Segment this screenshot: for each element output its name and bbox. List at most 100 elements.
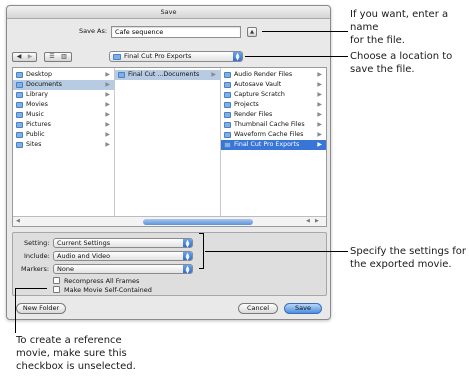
browser-column-3: Audio Render Files ▶ Autosave Vault ▶ Capt… <box>221 68 326 216</box>
list-item[interactable]: Render Files ▶ <box>221 110 326 120</box>
chevron-right-icon: ▶ <box>105 111 110 118</box>
folder-icon <box>224 92 231 98</box>
self-contained-checkbox[interactable] <box>53 286 60 293</box>
folder-icon <box>16 122 23 128</box>
chevron-right-icon: ▶ <box>317 131 322 138</box>
chevron-right-icon: ▶ <box>211 71 216 78</box>
triangle-icon: ▲ <box>250 29 254 35</box>
settings-bracket <box>199 233 204 269</box>
popup-arrows-icon: ▲ ▼ <box>183 252 192 262</box>
callout-reference: To create a reference movie, make sure t… <box>16 335 136 372</box>
list-item[interactable]: Autosave Vault ▶ <box>221 80 326 90</box>
callout-line-name <box>262 31 348 32</box>
chevron-right-icon: ▶ <box>317 91 322 98</box>
folder-icon <box>16 132 23 138</box>
list-item[interactable]: Movies ▶ <box>13 100 114 110</box>
back-icon[interactable]: ◀ <box>14 53 25 61</box>
scroll-left-icon-2[interactable]: ◀ <box>306 218 310 224</box>
scroll-left-icon[interactable]: ◀ <box>16 218 20 224</box>
chevron-right-icon: ▶ <box>317 121 322 128</box>
chevron-right-icon: ▶ <box>317 71 322 78</box>
folder-icon <box>224 132 231 138</box>
self-contained-label: Make Movie Self-Contained <box>64 286 152 294</box>
dialog-title: Save <box>7 6 330 19</box>
save-button[interactable]: Save <box>284 303 322 314</box>
chevron-right-icon: ▶ <box>105 81 110 88</box>
list-item[interactable]: Documents ▶ <box>13 80 114 90</box>
markers-label: Markers: <box>21 265 50 273</box>
setting-label: Setting: <box>24 239 50 247</box>
popup-arrows-icon: ▲ ▼ <box>183 265 192 275</box>
list-item[interactable]: Sites ▶ <box>13 140 114 150</box>
folder-icon <box>113 54 121 60</box>
chevron-right-icon: ▶ <box>105 91 110 98</box>
chevron-right-icon: ▶ <box>105 131 110 138</box>
nav-buttons: ◀ ▶ <box>12 52 37 62</box>
callout-location: Choose a location to save the file. <box>350 51 453 75</box>
callout-name: If you want, enter a name for the file. <box>350 9 449 46</box>
save-dialog: Save Save As: Cafe sequence ▲ ◀ ▶ ☰ ▥ Fina… <box>6 5 331 320</box>
recompress-checkbox[interactable] <box>53 277 60 284</box>
save-as-input[interactable]: Cafe sequence <box>111 26 241 38</box>
list-item[interactable]: Library ▶ <box>13 90 114 100</box>
popup-arrows-icon: ▲ ▼ <box>233 52 242 62</box>
list-item[interactable]: Public ▶ <box>13 130 114 140</box>
list-item[interactable]: Final Cut ...Documents ▶ <box>115 70 220 80</box>
folder-icon <box>224 82 231 88</box>
new-folder-button[interactable]: New Folder <box>16 303 66 314</box>
list-item[interactable]: Capture Scratch ▶ <box>221 90 326 100</box>
browser-column-1: Desktop ▶ Documents ▶ Library ▶ Movies ▶ Mus… <box>13 68 115 216</box>
chevron-right-icon: ▶ <box>317 111 322 118</box>
folder-icon <box>224 112 231 118</box>
scrollbar-thumb[interactable] <box>143 219 253 225</box>
callout-line-location <box>245 56 348 57</box>
folder-icon <box>16 102 23 108</box>
list-item[interactable]: Pictures ▶ <box>13 120 114 130</box>
list-item[interactable]: Desktop ▶ <box>13 70 114 80</box>
cancel-button[interactable]: Cancel <box>238 303 278 314</box>
file-browser: Desktop ▶ Documents ▶ Library ▶ Movies ▶ Mus… <box>12 67 327 227</box>
folder-icon <box>224 72 231 78</box>
forward-icon[interactable]: ▶ <box>25 53 36 61</box>
list-item[interactable]: Final Cut Pro Exports ▶ <box>221 140 326 150</box>
chevron-right-icon: ▶ <box>105 101 110 108</box>
folder-icon <box>224 102 231 108</box>
markers-popup[interactable]: None ▲ ▼ <box>53 264 193 275</box>
chevron-right-icon: ▶ <box>317 81 322 88</box>
chevron-right-icon: ▶ <box>105 121 110 128</box>
save-as-label: Save As: <box>79 27 108 35</box>
folder-icon <box>16 92 23 98</box>
expand-button[interactable]: ▲ <box>247 27 257 37</box>
chevron-right-icon: ▶ <box>317 141 322 148</box>
browser-column-2: Final Cut ...Documents ▶ <box>115 68 221 216</box>
folder-icon <box>16 142 23 148</box>
callout-line-settings <box>205 251 348 252</box>
list-item[interactable]: Projects ▶ <box>221 100 326 110</box>
include-popup[interactable]: Audio and Video ▲ ▼ <box>53 251 193 262</box>
scroll-right-icon[interactable]: ▶ <box>315 218 319 224</box>
callout-settings: Specify the settings for the exported mo… <box>350 246 466 270</box>
location-popup[interactable]: Final Cut Pro Exports ▲ ▼ <box>109 51 243 62</box>
folder-icon <box>118 72 125 78</box>
column-view-icon[interactable]: ▥ <box>58 53 70 61</box>
list-item[interactable]: Waveform Cache Files ▶ <box>221 130 326 140</box>
folder-icon <box>16 72 23 78</box>
chevron-right-icon: ▶ <box>105 141 110 148</box>
recompress-label: Recompress All Frames <box>64 277 140 285</box>
folder-icon <box>224 142 231 148</box>
view-buttons: ☰ ▥ <box>44 52 72 62</box>
folder-icon <box>16 82 23 88</box>
folder-icon <box>224 122 231 128</box>
include-label: Include: <box>24 252 50 260</box>
list-item[interactable]: Thumbnail Cache Files ▶ <box>221 120 326 130</box>
list-item[interactable]: Music ▶ <box>13 110 114 120</box>
list-view-icon[interactable]: ☰ <box>46 53 58 61</box>
export-settings-panel: Setting: Current Settings ▲ ▼ Include: Au… <box>12 232 327 296</box>
list-item[interactable]: Audio Render Files ▶ <box>221 70 326 80</box>
chevron-right-icon: ▶ <box>105 71 110 78</box>
folder-icon <box>16 112 23 118</box>
setting-popup[interactable]: Current Settings ▲ ▼ <box>53 238 193 249</box>
callout-line-reference-h <box>15 288 47 289</box>
popup-arrows-icon: ▲ ▼ <box>183 239 192 249</box>
horizontal-scrollbar[interactable]: ◀ ◀ ▶ <box>13 216 326 226</box>
